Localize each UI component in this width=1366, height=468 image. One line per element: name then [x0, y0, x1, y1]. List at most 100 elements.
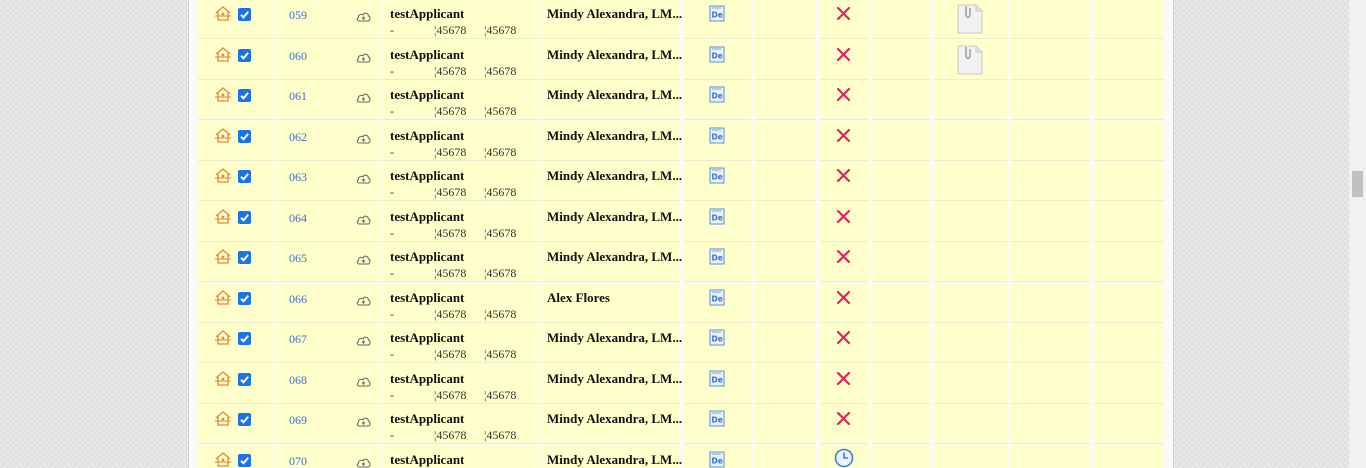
row-id-link[interactable]: 063: [289, 170, 307, 185]
close-icon[interactable]: [836, 168, 851, 183]
assigned-name: Mindy Alexandra, LM...: [547, 47, 683, 62]
row-id-link[interactable]: 065: [289, 251, 307, 266]
row-id-link[interactable]: 070: [289, 454, 307, 468]
cloud-icon[interactable]: [356, 90, 371, 103]
row-id-link[interactable]: 069: [289, 413, 307, 428]
row-checkbox[interactable]: [238, 170, 251, 183]
cloud-icon[interactable]: [356, 333, 371, 346]
row-id-link[interactable]: 059: [289, 8, 307, 23]
document-icon[interactable]: De: [709, 410, 725, 427]
document-icon[interactable]: De: [709, 248, 725, 265]
row-checkbox[interactable]: [238, 8, 251, 21]
applicant-name: testApplicant: [390, 452, 465, 467]
close-icon[interactable]: [836, 6, 851, 21]
cell-empty: [754, 121, 816, 161]
house-icon[interactable]: [214, 208, 232, 224]
cloud-icon[interactable]: [356, 171, 371, 184]
cloud-icon[interactable]: [356, 9, 371, 22]
cloud-icon[interactable]: [356, 212, 371, 225]
row-id-link[interactable]: 062: [289, 130, 307, 145]
assigned-name: Mindy Alexandra, LM...: [547, 371, 683, 386]
table-row: 067 testApplicant - ¦45678 ¦45678 Mindy Alexa…: [198, 323, 1164, 363]
cell-applicant: testApplicant - ¦45678 ¦45678: [382, 404, 540, 444]
row-id-link[interactable]: 061: [289, 89, 307, 104]
applicant-name: testApplicant: [390, 209, 465, 224]
row-checkbox[interactable]: [238, 292, 251, 305]
document-icon[interactable]: De: [709, 451, 725, 468]
cell-empty: [754, 80, 816, 120]
cell-document: De: [683, 364, 751, 404]
house-icon[interactable]: [214, 127, 232, 143]
house-icon[interactable]: [214, 5, 232, 21]
document-icon[interactable]: De: [709, 208, 725, 225]
close-icon[interactable]: [836, 209, 851, 224]
cell-document: De: [683, 242, 751, 282]
row-id-link[interactable]: 060: [289, 49, 307, 64]
cell-id: 060: [276, 40, 380, 80]
house-icon[interactable]: [214, 46, 232, 62]
cloud-icon[interactable]: [356, 455, 371, 468]
close-icon[interactable]: [836, 411, 851, 426]
row-checkbox[interactable]: [238, 373, 251, 386]
close-icon[interactable]: [836, 47, 851, 62]
house-icon[interactable]: [214, 410, 232, 426]
row-id-link[interactable]: 068: [289, 373, 307, 388]
house-icon[interactable]: [214, 329, 232, 345]
cell-attachment: [933, 40, 1007, 80]
row-id-link[interactable]: 066: [289, 292, 307, 307]
cell-select: [198, 40, 274, 80]
scrollbar-thumb[interactable]: [1352, 171, 1363, 197]
close-icon[interactable]: [836, 330, 851, 345]
cloud-icon[interactable]: [356, 252, 371, 265]
document-icon[interactable]: De: [709, 370, 725, 387]
cell-assigned: Mindy Alexandra, LM...: [542, 40, 683, 80]
vertical-scrollbar[interactable]: [1349, 0, 1366, 468]
row-checkbox[interactable]: [238, 332, 251, 345]
close-icon[interactable]: [836, 371, 851, 386]
cloud-icon[interactable]: [356, 374, 371, 387]
close-icon[interactable]: [836, 290, 851, 305]
house-icon[interactable]: [214, 248, 232, 264]
document-icon[interactable]: De: [709, 46, 725, 63]
cloud-icon[interactable]: [356, 414, 371, 427]
applicant-phone: ¦45678: [434, 307, 467, 321]
row-checkbox[interactable]: [238, 251, 251, 264]
house-icon[interactable]: [214, 86, 232, 102]
close-icon[interactable]: [836, 249, 851, 264]
row-checkbox[interactable]: [238, 49, 251, 62]
cell-applicant: testApplicant - ¦45678 ¦45678: [382, 80, 540, 120]
document-icon[interactable]: De: [709, 127, 725, 144]
attachment-icon[interactable]: [955, 3, 985, 35]
row-checkbox[interactable]: [238, 89, 251, 102]
document-icon[interactable]: De: [709, 167, 725, 184]
row-checkbox[interactable]: [238, 413, 251, 426]
applicant-dash: -: [390, 226, 394, 240]
house-icon[interactable]: [214, 370, 232, 386]
document-icon[interactable]: De: [709, 329, 725, 346]
document-icon[interactable]: De: [709, 289, 725, 306]
row-id-link[interactable]: 067: [289, 332, 307, 347]
document-icon[interactable]: De: [709, 86, 725, 103]
cell-attachment: [933, 161, 1007, 201]
cloud-icon[interactable]: [356, 293, 371, 306]
house-icon[interactable]: [214, 289, 232, 305]
applicant-phone-alt: ¦45678: [484, 226, 517, 240]
row-checkbox[interactable]: [238, 211, 251, 224]
row-checkbox[interactable]: [238, 130, 251, 143]
house-icon[interactable]: [214, 167, 232, 183]
row-id-link[interactable]: 064: [289, 211, 307, 226]
cell-select: [198, 283, 274, 323]
cell-id: 059: [276, 0, 380, 39]
applicant-dash: -: [390, 266, 394, 280]
house-icon[interactable]: [214, 451, 232, 467]
close-icon[interactable]: [836, 128, 851, 143]
document-icon[interactable]: De: [709, 5, 725, 22]
cloud-icon[interactable]: [356, 50, 371, 63]
row-checkbox[interactable]: [238, 454, 251, 467]
close-icon[interactable]: [836, 87, 851, 102]
cell-id: 070: [276, 445, 380, 468]
applicant-name: testApplicant: [390, 290, 465, 305]
cloud-icon[interactable]: [356, 131, 371, 144]
cell-assigned: Mindy Alexandra, LM...: [542, 323, 682, 363]
attachment-icon[interactable]: [955, 44, 985, 76]
